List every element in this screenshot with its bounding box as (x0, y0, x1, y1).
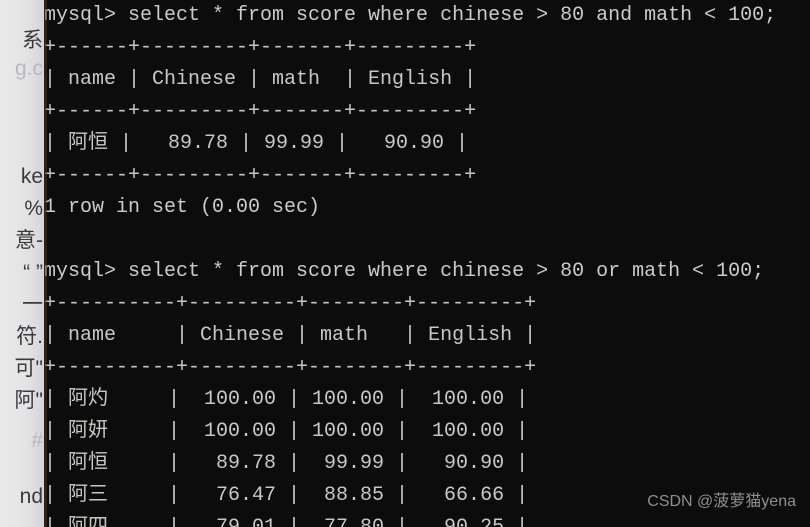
terminal-line: | name | Chinese | math | English | (44, 324, 537, 347)
background-window-strip[interactable]: 系 g.c ke% 意- “ ” 一符. 可" 阿" # nd (0, 0, 44, 527)
terminal-line: mysql> select * from score where chinese… (44, 4, 777, 27)
terminal-line: | 阿四 | 79.01 | 77.80 | 90.25 | (44, 512, 810, 527)
terminal-line: +----------+---------+--------+---------… (44, 292, 537, 315)
terminal-line: | 阿恒 | 89.78 | 99.99 | 90.90 | (44, 452, 529, 475)
terminal-line: +------+---------+-------+---------+ (44, 100, 477, 123)
background-text-fragment: nd (19, 485, 43, 508)
background-text-fragment: 意- (15, 229, 43, 252)
background-text-fragment: 符. (16, 325, 43, 348)
csdn-watermark: CSDN @菠萝猫yena (647, 493, 796, 510)
terminal-line: 1 row in set (0.00 sec) (44, 196, 321, 219)
background-text-fragment: 一 (22, 293, 43, 316)
terminal-line: mysql> select * from score where chinese… (44, 260, 765, 283)
background-text-fragment: 可" (14, 357, 43, 380)
terminal-line: +------+---------+-------+---------+ (44, 164, 477, 187)
terminal-line: +------+---------+-------+---------+ (44, 36, 477, 59)
terminal-line: | name | Chinese | math | English | (44, 68, 477, 91)
terminal-line: +----------+---------+--------+---------… (44, 356, 537, 379)
background-text-fragment: 系 (22, 29, 43, 52)
background-text-fragment: 阿" (14, 389, 43, 412)
terminal-line: | 阿灼 | 100.00 | 100.00 | 100.00 | (44, 388, 529, 411)
terminal-line: | 阿妍 | 100.00 | 100.00 | 100.00 | (44, 420, 529, 443)
background-text-fragment: g.c (14, 57, 43, 80)
background-text-fragment: # (31, 429, 43, 452)
background-text-fragment: ke (20, 165, 43, 188)
background-text-fragment: % (24, 197, 43, 220)
background-text-fragment: “ ” (23, 261, 43, 284)
mysql-terminal-output[interactable]: mysql> select * from score where chinese… (44, 0, 810, 527)
terminal-line: | 阿恒 | 89.78 | 99.99 | 90.90 | (44, 132, 469, 155)
